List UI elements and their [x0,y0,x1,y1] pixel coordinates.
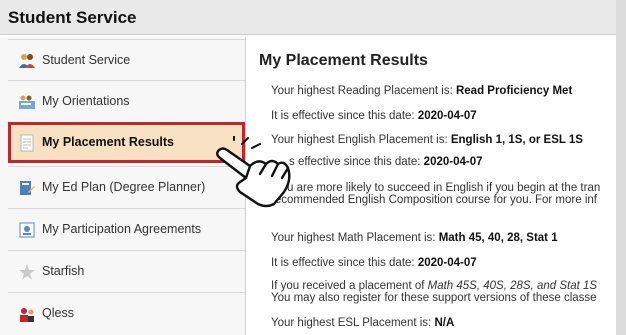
esl-placement-line: Your highest ESL Placement is: N/A [271,317,455,329]
starfish-icon [18,263,36,281]
app-window: Student Service Student Service My Orien… [0,0,616,335]
english-note-line-1: u are more likely to succeed in English … [287,182,601,194]
english-placement-value: English 1, 1S, or ESL 1S [450,134,583,146]
math-placement-value: Math 45, 40, 28, Stat 1 [438,232,558,244]
page-title: Student Service [8,8,137,27]
sidebar: Student Service My Orientations My Place… [0,37,246,335]
sidebar-item-label: My Orientations [42,94,130,108]
math-note-line-2: You may also register for these support … [271,292,597,304]
sidebar-item-my-orientations[interactable]: My Orientations [8,80,245,121]
reading-placement-line: Your highest Reading Placement is: Read … [271,85,573,97]
sidebar-item-my-participation-agreements[interactable]: My Participation Agreements [8,208,245,249]
hand-pointer-icon [212,135,292,208]
reading-effective-date: 2020-04-07 [417,110,477,122]
sidebar-item-label: Qless [42,306,74,320]
english-placement-line: Your highest English Placement is: Engli… [271,134,583,146]
document-icon [18,134,36,152]
math-note-line-1: If you received a placement of Math 45S,… [271,280,598,292]
reading-effective-date-line: It is effective since this date: 2020-04… [271,110,477,122]
sidebar-item-qless[interactable]: Qless [8,292,245,333]
reading-placement-value: Read Proficiency Met [455,85,573,97]
math-effective-date: 2020-04-07 [417,257,477,269]
math-effective-date-line: It is effective since this date: 2020-04… [271,257,477,269]
main-content: My Placement Results Your highest Readin… [247,37,616,335]
orientation-icon [18,93,36,111]
header-bar: Student Service [0,0,616,35]
sidebar-item-my-placement-results[interactable]: My Placement Results [8,122,245,163]
sidebar-item-label: My Ed Plan (Degree Planner) [42,180,206,194]
esl-placement-value: N/A [434,317,455,329]
planner-icon [18,179,36,197]
sidebar-item-my-ed-plan[interactable]: My Ed Plan (Degree Planner) [8,166,245,207]
queue-icon [18,305,36,323]
sidebar-item-starfish[interactable]: Starfish [8,250,245,291]
sidebar-item-label: Student Service [42,53,131,67]
sidebar-item-label: My Participation Agreements [42,222,202,236]
english-effective-date: 2020-04-07 [423,156,483,168]
sidebar-item-student-service[interactable]: Student Service [8,39,245,80]
sidebar-item-label: My Placement Results [42,135,174,149]
math-placement-line: Your highest Math Placement is: Math 45,… [271,232,558,244]
english-effective-date-line: s effective since this date: 2020-04-07 [289,156,483,168]
content-title: My Placement Results [259,52,428,69]
sidebar-item-label: Starfish [42,264,85,278]
english-note-line-2: recommended English Composition course f… [271,194,597,206]
agreement-icon [18,221,36,239]
students-icon [18,52,36,70]
